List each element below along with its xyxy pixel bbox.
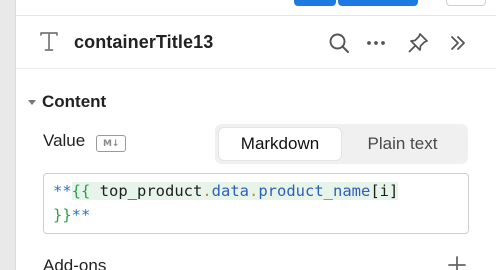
code-line: **{{ top_product.data.product_name[i] — [53, 179, 468, 203]
pin-icon[interactable] — [405, 30, 431, 56]
code-token-markdown: ** — [71, 206, 91, 224]
left-panel-edge — [0, 0, 16, 270]
expand-icon[interactable] — [445, 30, 471, 56]
code-line: }}** — [53, 203, 468, 227]
inspector-header: containerTitle13 — [16, 17, 496, 69]
code-token-dot: . — [202, 182, 212, 200]
code-token-brace: }} — [53, 206, 72, 224]
code-token-brace: {{ — [71, 182, 91, 200]
toolbar-secondary-button[interactable] — [446, 0, 486, 6]
code-token-markdown: ** — [53, 182, 72, 200]
addons-label: Add-ons — [43, 256, 107, 270]
toolbar-primary-button-right[interactable] — [338, 0, 418, 6]
value-code-editor[interactable]: **{{ top_product.data.product_name[i] }}… — [43, 173, 469, 234]
text-type-icon — [38, 30, 60, 54]
mode-segmented-control: Markdown Plain text — [215, 124, 468, 164]
content-section-toggle[interactable]: Content — [28, 92, 106, 112]
code-token-dot: . — [249, 182, 259, 200]
search-icon[interactable] — [326, 30, 352, 56]
code-token-property: data — [211, 182, 249, 200]
toolbar-primary-button-left[interactable] — [294, 0, 336, 6]
add-icon[interactable] — [446, 254, 468, 270]
tab-markdown[interactable]: Markdown — [219, 128, 341, 160]
component-title[interactable]: containerTitle13 — [74, 32, 213, 53]
caret-down-icon — [28, 99, 36, 105]
code-token-variable: top_product — [90, 182, 203, 200]
value-label: Value — [43, 131, 86, 150]
markdown-icon: M↓ — [96, 135, 126, 152]
code-token-index: [i] — [370, 182, 399, 200]
code-token-property: product_name — [258, 182, 371, 200]
more-icon[interactable] — [363, 30, 389, 56]
top-toolbar — [16, 0, 496, 16]
section-title: Content — [42, 92, 107, 111]
tab-plain-text[interactable]: Plain text — [341, 128, 464, 160]
